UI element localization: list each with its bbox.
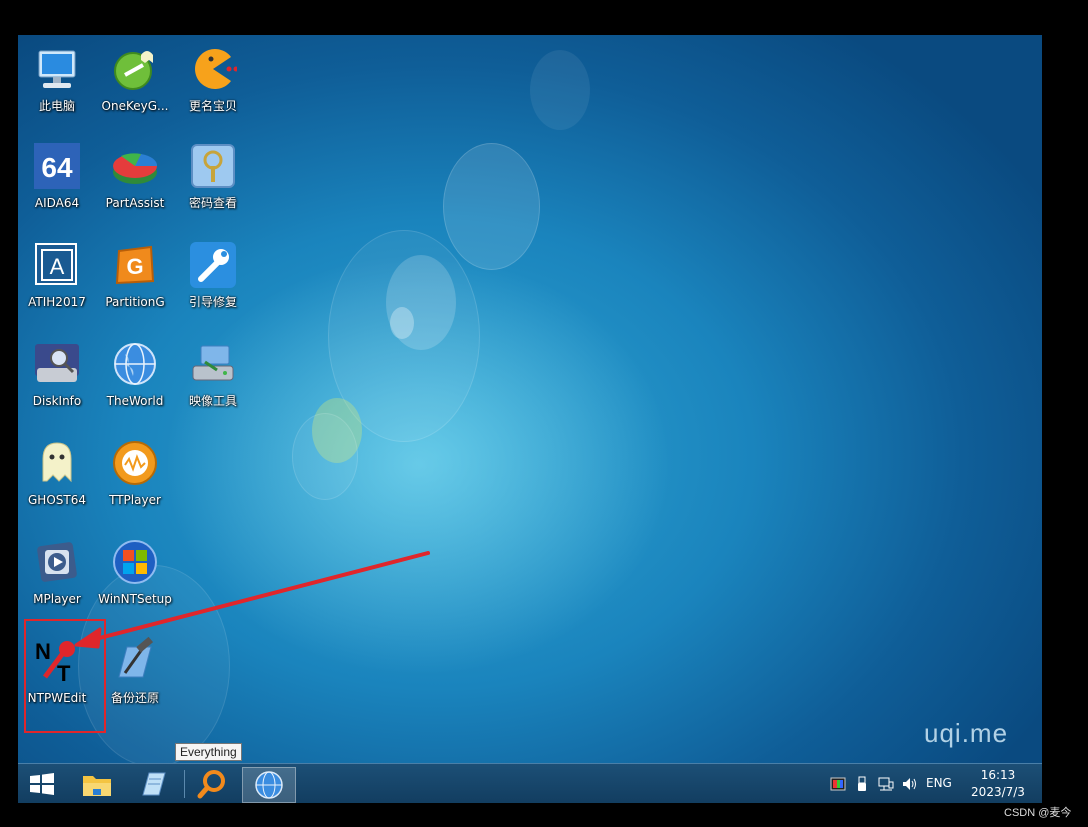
theworld-taskbar-button[interactable] — [242, 767, 296, 803]
icon-label: ATIH2017 — [28, 295, 86, 309]
desktop-icon-backup-restore[interactable]: 备份还原 — [95, 636, 175, 706]
partassist-icon — [111, 142, 159, 190]
desktop-icon-rename[interactable]: 更名宝贝 — [173, 45, 253, 114]
desktop-icon-mplayer[interactable]: MPlayer — [18, 538, 97, 607]
desktop-icon-partitionguru[interactable]: G PartitionG — [95, 241, 175, 310]
desktop-icon-winntsetup[interactable]: WinNTSetup — [95, 538, 175, 607]
wallpaper-bubble — [530, 50, 590, 130]
notepad-button[interactable] — [129, 767, 177, 801]
wallpaper-bubble — [443, 143, 540, 270]
icon-label: TheWorld — [106, 394, 164, 408]
diskinfo-icon — [33, 340, 81, 388]
clock-time[interactable]: 16:13 — [973, 768, 1023, 782]
svg-text:T: T — [57, 661, 71, 685]
icon-label: 密码查看 — [188, 196, 237, 210]
mplayer-icon — [33, 538, 81, 586]
icon-label: TTPlayer — [109, 493, 161, 507]
volume-tray-icon[interactable] — [901, 776, 917, 792]
icon-label: 此电脑 — [38, 99, 75, 113]
watermark-logo: uqi.me — [924, 718, 1009, 748]
backup-restore-icon — [111, 636, 159, 685]
pacman-icon — [189, 45, 239, 93]
taskbar-separator — [184, 770, 185, 798]
icon-label: PartitionG — [105, 295, 165, 309]
desktop-icon-this-pc[interactable]: 此电脑 — [18, 45, 97, 114]
desktop-icon-diskinfo[interactable]: DiskInfo — [18, 340, 97, 409]
icon-label: GHOST64 — [28, 493, 86, 507]
ntpwedit-icon: NT — [33, 637, 81, 686]
icon-label: DiskInfo — [32, 394, 82, 408]
start-icon — [30, 773, 54, 795]
credit-text: CSDN @麦今 — [1004, 807, 1072, 819]
globe-icon — [111, 340, 159, 388]
icon-label: NTPWEdit — [27, 691, 87, 705]
aida64-icon: 64 — [33, 142, 81, 190]
onekeyghost-icon — [111, 45, 159, 93]
wallpaper-bubble — [390, 307, 414, 339]
file-explorer-icon — [83, 776, 111, 796]
desktop-icon-ttplayer[interactable]: TTPlayer — [95, 439, 175, 508]
language-indicator[interactable]: ENG — [926, 776, 952, 790]
everything-search-icon — [197, 770, 225, 799]
ghost-icon — [33, 439, 81, 487]
icon-label: MPlayer — [33, 592, 81, 606]
usb-tray-icon[interactable] — [854, 776, 870, 792]
desktop-icon-ghost64[interactable]: GHOST64 — [18, 439, 97, 508]
tooltip: Everything — [175, 743, 242, 761]
computer-icon — [33, 45, 81, 93]
everything-button[interactable] — [188, 767, 236, 801]
svg-text:64: 64 — [41, 152, 73, 183]
icon-label: OneKeyG... — [101, 99, 169, 113]
acronis-icon: A — [33, 241, 81, 289]
svg-text:A: A — [50, 254, 65, 279]
desktop-icon-password-viewer[interactable]: 密码查看 — [173, 142, 253, 211]
svg-text:G: G — [126, 254, 143, 279]
icon-label: AIDA64 — [34, 196, 80, 210]
svg-text:N: N — [35, 639, 51, 664]
taskbar: ENG 16:13 2023/7/3 — [18, 763, 1042, 803]
icon-label: 映像工具 — [188, 394, 237, 408]
desktop-icon-aida64[interactable]: 64 AIDA64 — [18, 142, 97, 211]
wrench-icon — [189, 241, 237, 289]
desktop-icon-imaging-tool[interactable]: 映像工具 — [173, 340, 253, 409]
ttplayer-icon — [111, 439, 159, 487]
password-viewer-icon — [189, 142, 237, 190]
notepad-icon — [142, 772, 166, 796]
icon-label: 引导修复 — [188, 295, 237, 309]
desktop-icon-atih2017[interactable]: A ATIH2017 — [18, 241, 97, 310]
icon-label: 备份还原 — [110, 691, 159, 705]
desktop-screen: 此电脑 64 AIDA64 A ATIH2017 DiskInfo GHOST6… — [18, 35, 1042, 803]
icon-label: 更名宝贝 — [188, 99, 237, 113]
winntsetup-icon — [111, 538, 159, 586]
theworld-browser-icon — [255, 771, 283, 799]
desktop-icon-onekeyghost[interactable]: OneKeyG... — [95, 45, 175, 114]
wallpaper-bubble — [292, 413, 358, 500]
start-button[interactable] — [18, 767, 66, 801]
file-explorer-button[interactable] — [73, 767, 121, 801]
icon-label: WinNTSetup — [98, 592, 172, 606]
desktop-icon-ntpwedit[interactable]: NT NTPWEdit — [18, 637, 97, 706]
imaging-tool-icon — [189, 340, 237, 388]
desktop-icon-theworld[interactable]: TheWorld — [95, 340, 175, 409]
clock-date[interactable]: 2023/7/3 — [963, 785, 1033, 799]
network-tray-icon[interactable] — [878, 776, 894, 792]
desktop-icon-boot-repair[interactable]: 引导修复 — [173, 241, 253, 310]
desktop-icon-partassist[interactable]: PartAssist — [95, 142, 175, 211]
partitionguru-icon: G — [111, 241, 159, 289]
color-tray-icon[interactable] — [830, 776, 846, 792]
icon-label: PartAssist — [105, 196, 165, 210]
